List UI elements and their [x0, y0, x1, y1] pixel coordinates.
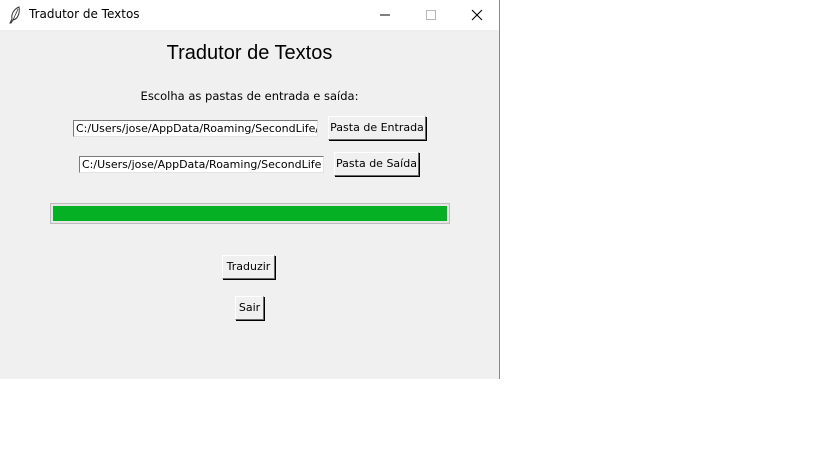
minimize-button[interactable]: [362, 0, 408, 30]
input-folder-button[interactable]: Pasta de Entrada: [328, 116, 426, 140]
output-folder-field[interactable]: C:/Users/jose/AppData/Roaming/SecondLife: [79, 156, 324, 173]
input-folder-field[interactable]: C:/Users/jose/AppData/Roaming/SecondLife…: [73, 120, 318, 137]
maximize-button[interactable]: [408, 0, 454, 30]
progress-bar: [50, 203, 450, 224]
output-folder-button[interactable]: Pasta de Saída: [334, 152, 419, 176]
window-title: Tradutor de Textos: [29, 7, 140, 21]
minimize-icon: [379, 6, 391, 25]
close-button[interactable]: [454, 0, 500, 30]
translate-button[interactable]: Traduzir: [222, 255, 275, 279]
instructions-label: Escolha as pastas de entrada e saída:: [140, 89, 359, 103]
title-bar[interactable]: Tradutor de Textos: [0, 0, 499, 30]
progress-fill: [53, 206, 447, 221]
close-icon: [471, 6, 483, 25]
page-title: Tradutor de Textos: [166, 42, 333, 64]
exit-button[interactable]: Sair: [235, 296, 264, 320]
feather-icon: [8, 6, 22, 24]
app-window: Tradutor de Textos Tradutor de Textos Es…: [0, 0, 500, 379]
maximize-icon: [425, 6, 437, 25]
